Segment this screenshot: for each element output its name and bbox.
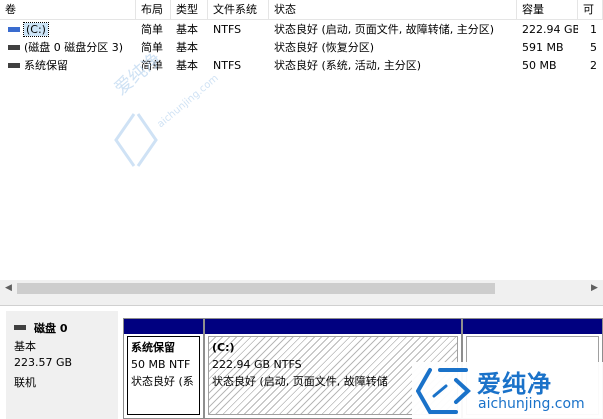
column-header-capacity[interactable]: 容量 xyxy=(517,0,578,20)
column-header-volume[interactable]: 卷 xyxy=(0,0,136,20)
volume-status: 状态良好 (系统, 活动, 主分区) xyxy=(274,59,422,72)
disk-title-row: 磁盘 0 xyxy=(14,320,67,336)
partition-size: 50 MB NTF xyxy=(131,358,191,371)
volume-free: 2 xyxy=(590,59,597,72)
volume-name-cell: (C:) xyxy=(0,21,136,39)
volume-layout: 简单 xyxy=(141,23,163,36)
volume-capacity: 591 MB xyxy=(522,41,564,54)
partition-system-reserved[interactable]: 系统保留 50 MB NTF 状态良好 (系 xyxy=(123,318,204,419)
volume-status: 状态良好 (启动, 页面文件, 故障转储, 主分区) xyxy=(274,23,495,36)
volume-type: 基本 xyxy=(176,59,198,72)
drive-icon xyxy=(8,26,20,32)
disk-name: 磁盘 0 xyxy=(34,322,68,335)
volume-free: 1 xyxy=(590,23,597,36)
column-header-type[interactable]: 类型 xyxy=(171,0,208,20)
column-header-filesystem[interactable]: 文件系统 xyxy=(208,0,269,20)
partition-title: (C:) xyxy=(212,341,235,354)
disk-size: 223.57 GB xyxy=(14,356,73,369)
horizontal-scrollbar[interactable]: ◀ ▶ xyxy=(0,280,603,297)
watermark-url: aichunjing.com xyxy=(478,396,585,412)
table-row[interactable]: 系统保留 简单 基本 NTFS 状态良好 (系统, 活动, 主分区) 50 MB… xyxy=(0,57,603,75)
volume-capacity: 50 MB xyxy=(522,59,557,72)
volume-name: (磁盘 0 磁盘分区 3) xyxy=(24,41,124,54)
volume-capacity: 222.94 GB xyxy=(522,23,578,36)
scroll-left-icon[interactable]: ◀ xyxy=(0,280,17,297)
column-header-free[interactable]: 可 xyxy=(578,0,603,20)
volume-status: 状态良好 (恢复分区) xyxy=(274,41,375,54)
partition-status: 状态良好 (系 xyxy=(131,375,194,388)
disk-type: 基本 xyxy=(14,340,36,353)
volume-type: 基本 xyxy=(176,23,198,36)
volume-filesystem: NTFS xyxy=(213,59,242,72)
scroll-right-icon[interactable]: ▶ xyxy=(586,280,603,297)
volume-list: 卷 布局 类型 文件系统 状态 容量 可 (C:) 简单 基本 NTFS 状态良… xyxy=(0,0,603,280)
volume-name: (C:) xyxy=(23,22,49,37)
scrollbar-thumb[interactable] xyxy=(17,283,495,294)
disk-icon xyxy=(14,324,26,330)
partition-bar xyxy=(463,319,602,334)
drive-icon xyxy=(8,44,20,50)
volume-name-cell: (磁盘 0 磁盘分区 3) xyxy=(0,39,136,57)
watermark-logo-faint-icon xyxy=(114,113,158,167)
partition-body: 系统保留 50 MB NTF 状态良好 (系 xyxy=(127,336,200,415)
watermark-brand: 爱纯净 xyxy=(477,370,552,398)
partition-bar xyxy=(124,319,203,334)
drive-icon xyxy=(8,62,20,68)
volume-filesystem: NTFS xyxy=(213,23,242,36)
partition-title: 系统保留 xyxy=(131,341,175,354)
column-header-layout[interactable]: 布局 xyxy=(136,0,171,20)
partition-bar xyxy=(205,319,461,334)
volume-name: 系统保留 xyxy=(24,59,68,72)
volume-type: 基本 xyxy=(176,41,198,54)
disk-info[interactable]: 磁盘 0 基本 223.57 GB 联机 xyxy=(6,311,118,419)
disk-state: 联机 xyxy=(14,376,36,389)
watermark-logo-icon xyxy=(416,368,471,414)
table-row[interactable]: (C:) 简单 基本 NTFS 状态良好 (启动, 页面文件, 故障转储, 主分… xyxy=(0,21,603,39)
volume-filesystem xyxy=(208,39,269,57)
pane-splitter[interactable] xyxy=(0,297,603,306)
table-row[interactable]: (磁盘 0 磁盘分区 3) 简单 基本 状态良好 (恢复分区) 591 MB 5 xyxy=(0,39,603,57)
volume-free: 5 xyxy=(590,41,597,54)
column-header-status[interactable]: 状态 xyxy=(269,0,517,20)
